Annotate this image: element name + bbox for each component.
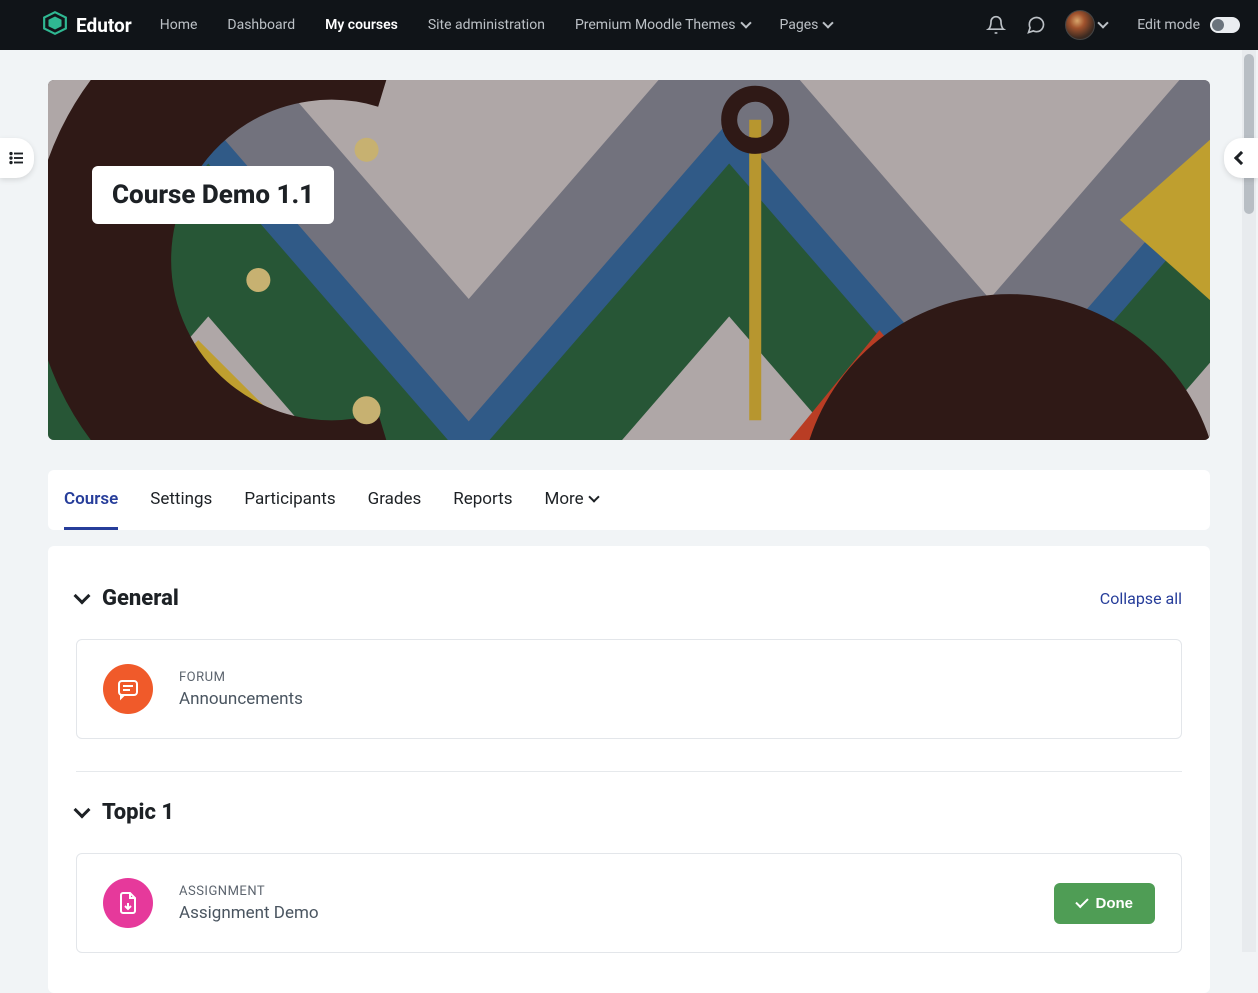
user-menu[interactable]	[1065, 10, 1107, 40]
assignment-icon	[103, 878, 153, 928]
tab-settings[interactable]: Settings	[150, 470, 212, 530]
course-title: Course Demo 1.1	[112, 180, 314, 210]
tab-label: Participants	[244, 489, 335, 509]
done-button[interactable]: Done	[1054, 883, 1156, 924]
tab-label: Reports	[453, 489, 512, 509]
brand-name: Edutor	[76, 14, 132, 37]
edit-mode-control: Edit mode	[1137, 17, 1240, 33]
activity-type-label: ASSIGNMENT	[179, 884, 1028, 899]
done-label: Done	[1096, 895, 1134, 912]
edit-mode-toggle[interactable]	[1210, 17, 1240, 33]
avatar	[1065, 10, 1095, 40]
activity-assignment-demo[interactable]: ASSIGNMENT Assignment Demo Done	[76, 853, 1182, 953]
section-header: Topic 1	[76, 800, 1182, 825]
nav-link-label: Premium Moodle Themes	[575, 17, 736, 33]
section-toggle-topic-1[interactable]: Topic 1	[76, 800, 174, 825]
course-tab-bar: Course Settings Participants Grades Repo…	[48, 470, 1210, 530]
activity-announcements[interactable]: FORUM Announcements	[76, 639, 1182, 739]
nav-link-label: My courses	[325, 17, 398, 33]
tab-participants[interactable]: Participants	[244, 470, 335, 530]
nav-link-dashboard[interactable]: Dashboard	[227, 17, 295, 33]
tab-label: More	[545, 489, 584, 509]
tab-label: Grades	[368, 489, 422, 509]
nav-link-label: Dashboard	[227, 17, 295, 33]
tab-reports[interactable]: Reports	[453, 470, 512, 530]
nav-link-premium-themes[interactable]: Premium Moodle Themes	[575, 17, 750, 33]
activity-name: Announcements	[179, 689, 1155, 709]
nav-link-label: Home	[160, 17, 198, 33]
brand-logo-icon	[42, 10, 68, 40]
nav-actions: Edit mode	[985, 10, 1240, 40]
nav-link-site-admin[interactable]: Site administration	[428, 17, 545, 33]
forum-icon	[103, 664, 153, 714]
messages-icon[interactable]	[1025, 14, 1047, 36]
check-icon	[1075, 895, 1088, 908]
tab-more[interactable]: More	[545, 470, 598, 530]
course-content: General Collapse all FORUM Announcements…	[48, 546, 1210, 993]
activity-meta: ASSIGNMENT Assignment Demo	[179, 884, 1028, 923]
section-header: General Collapse all	[76, 586, 1182, 611]
tab-course[interactable]: Course	[64, 470, 118, 530]
nav-links: Home Dashboard My courses Site administr…	[160, 17, 976, 33]
activity-meta: FORUM Announcements	[179, 670, 1155, 709]
edit-mode-label: Edit mode	[1137, 17, 1200, 33]
open-block-drawer-button[interactable]	[1224, 138, 1258, 178]
nav-link-home[interactable]: Home	[160, 17, 198, 33]
chevron-down-icon	[823, 17, 834, 28]
chevron-down-icon	[588, 491, 599, 502]
activity-name: Assignment Demo	[179, 903, 1028, 923]
course-title-card: Course Demo 1.1	[92, 166, 334, 224]
open-course-index-button[interactable]	[0, 138, 34, 178]
scrollbar-thumb[interactable]	[1244, 54, 1254, 214]
nav-link-pages[interactable]: Pages	[780, 17, 833, 33]
brand[interactable]: Edutor	[42, 10, 132, 40]
chevron-down-icon	[740, 17, 751, 28]
tab-label: Settings	[150, 489, 212, 509]
chevron-down-icon	[74, 587, 91, 604]
page-content: Course Demo 1.1 Course Settings Particip…	[0, 50, 1258, 993]
tab-label: Course	[64, 489, 118, 509]
list-icon	[8, 149, 26, 167]
section-title: Topic 1	[102, 800, 174, 825]
nav-link-my-courses[interactable]: My courses	[325, 17, 398, 33]
section-toggle-general[interactable]: General	[76, 586, 179, 611]
nav-link-label: Pages	[780, 17, 819, 33]
navbar: Edutor Home Dashboard My courses Site ad…	[0, 0, 1258, 50]
chevron-down-icon	[1098, 17, 1109, 28]
chevron-down-icon	[74, 801, 91, 818]
nav-link-label: Site administration	[428, 17, 545, 33]
course-hero: Course Demo 1.1	[48, 80, 1210, 440]
tab-grades[interactable]: Grades	[368, 470, 422, 530]
notifications-icon[interactable]	[985, 14, 1007, 36]
activity-type-label: FORUM	[179, 670, 1155, 685]
section-divider	[76, 771, 1182, 772]
scrollbar[interactable]	[1242, 50, 1256, 952]
chevron-left-icon	[1234, 151, 1248, 165]
collapse-all-link[interactable]: Collapse all	[1100, 589, 1182, 608]
section-title: General	[102, 586, 179, 611]
